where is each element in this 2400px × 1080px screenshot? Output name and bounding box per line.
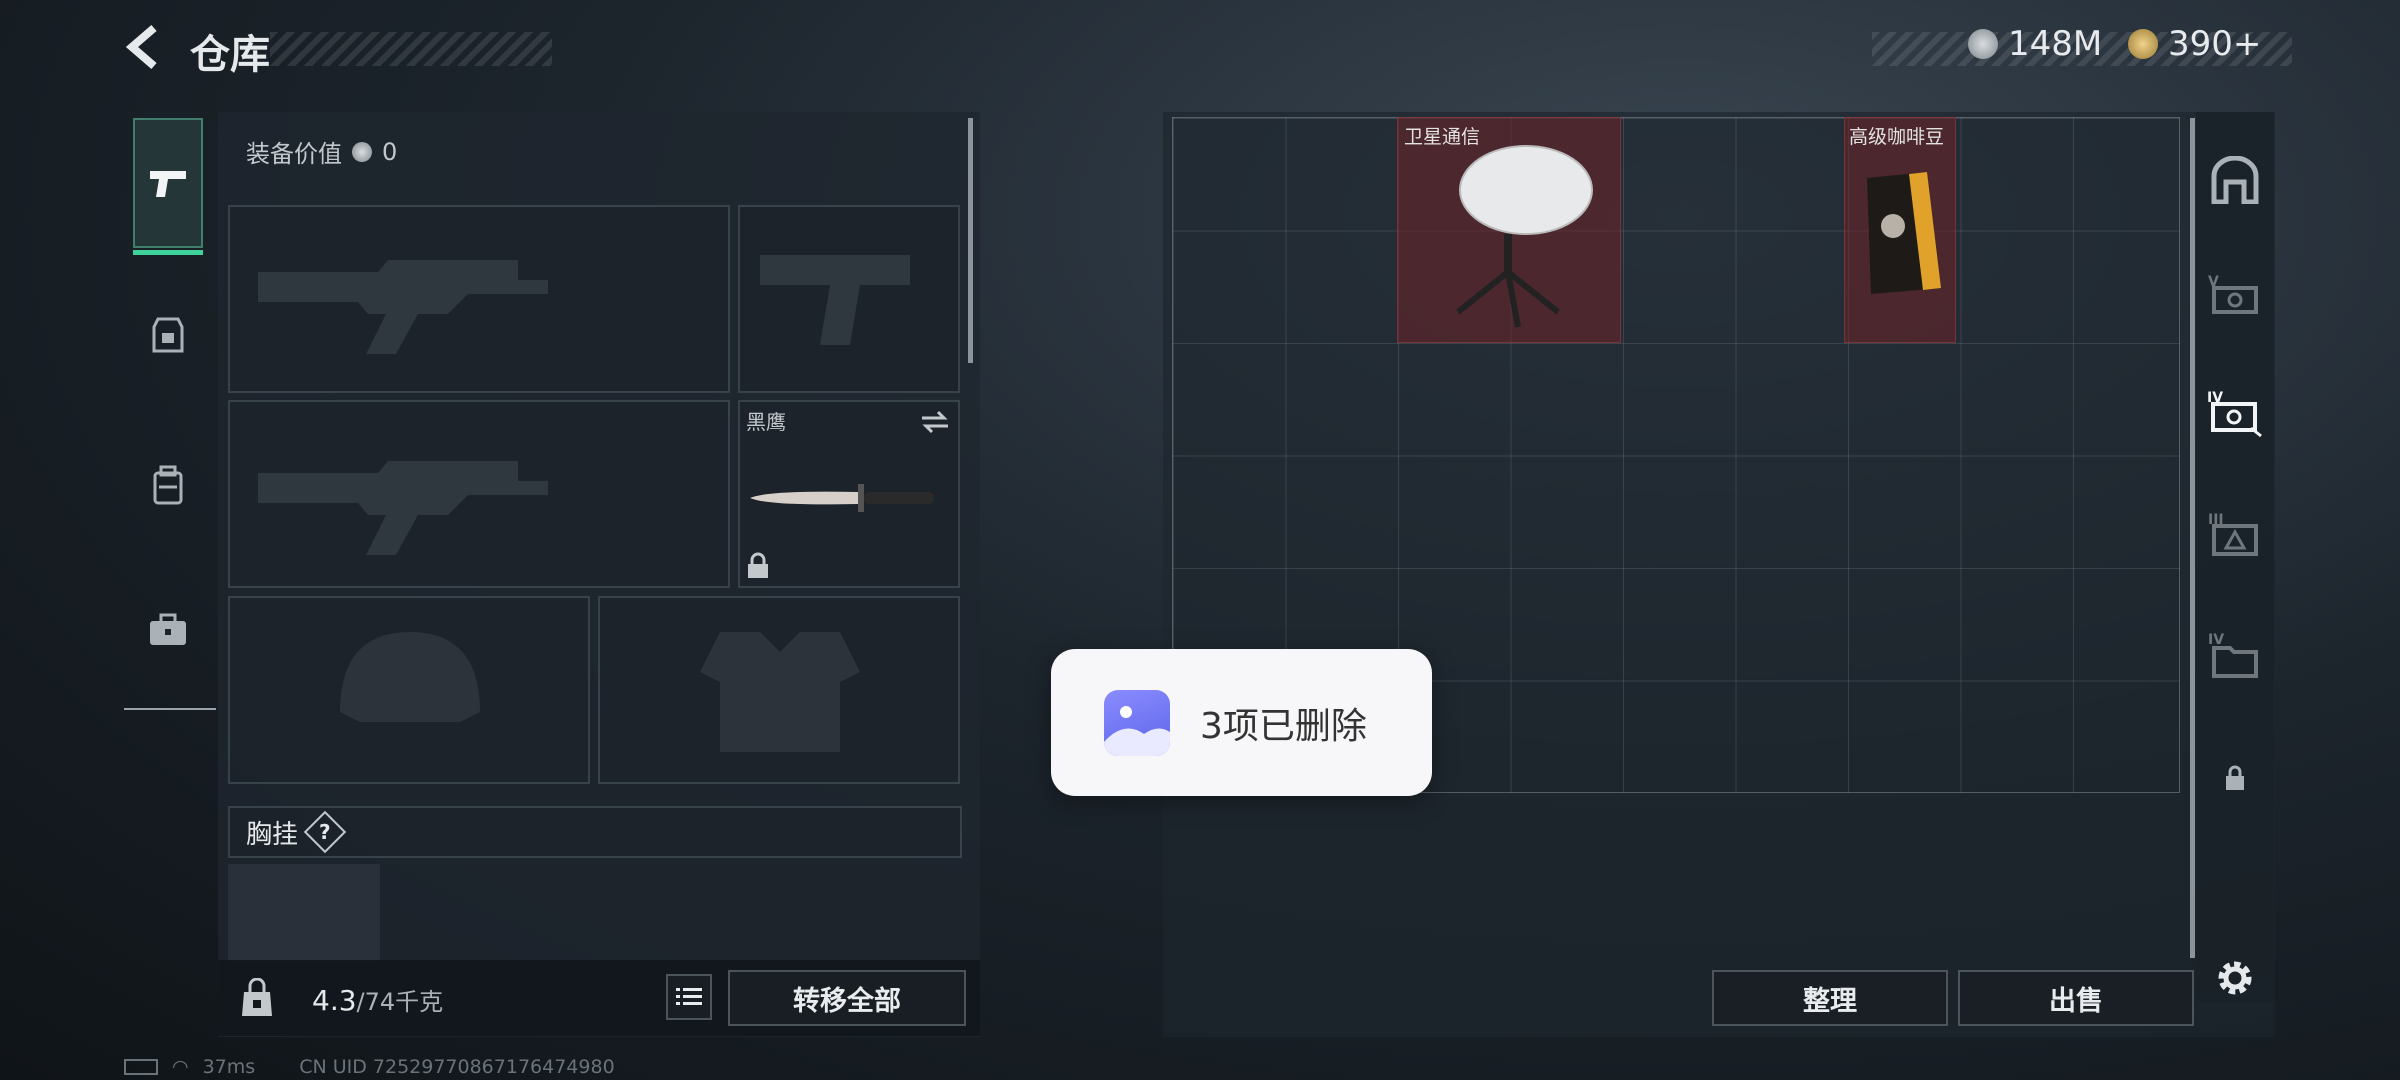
sell-button[interactable]: 出售 xyxy=(1958,970,2194,1026)
weight-max: /74千克 xyxy=(356,988,444,1016)
gold-currency-amount: 390+ xyxy=(2168,24,2262,64)
silver-currency-amount: 148M xyxy=(2008,24,2103,64)
pistol-icon xyxy=(150,171,186,197)
tab-toolbox[interactable] xyxy=(133,565,203,695)
primary-weapon-slot-2[interactable] xyxy=(228,400,730,588)
equipment-value-amount: 0 xyxy=(382,137,398,166)
storage-level-iv-icon: IV xyxy=(2207,390,2262,438)
helmet-silhouette-icon xyxy=(340,632,480,722)
weight-icon xyxy=(242,978,272,1016)
storage-tab-locked[interactable] xyxy=(2205,748,2265,808)
ping-value: 37ms xyxy=(202,1056,256,1078)
helmet-slot[interactable] xyxy=(228,596,590,784)
primary-weapon-slot[interactable] xyxy=(228,205,730,393)
left-tab-divider-bottom xyxy=(124,708,216,710)
chest-rig-header[interactable]: 胸挂 ? xyxy=(228,806,962,858)
satellite-dish-icon xyxy=(1456,145,1593,328)
chest-rig-help-text: ? xyxy=(319,819,331,844)
storage-tab-4[interactable]: III xyxy=(2205,505,2265,565)
battery-icon xyxy=(124,1059,158,1075)
storage-level-iv-folder-icon: IV xyxy=(2208,632,2258,678)
storage-item[interactable]: 卫星通信 xyxy=(1397,117,1621,343)
sort-button[interactable]: 整理 xyxy=(1712,970,1948,1026)
silver-coin-icon xyxy=(1968,29,1998,59)
gallery-icon xyxy=(1104,689,1170,756)
armor-icon xyxy=(152,317,184,353)
tab-backpack[interactable] xyxy=(133,420,203,550)
safe-box-icon xyxy=(2211,156,2259,204)
chest-rig-label: 胸挂 xyxy=(246,819,299,850)
rifle-silhouette-icon xyxy=(258,260,548,354)
equipment-value-label: 装备价值 xyxy=(246,140,342,168)
lock-icon xyxy=(748,552,768,578)
backpack-icon xyxy=(153,465,183,505)
pistol-silhouette-icon xyxy=(760,255,910,345)
storage-level-iii-icon: III xyxy=(2208,512,2258,556)
vest-silhouette-icon xyxy=(700,632,860,752)
toolbox-icon xyxy=(150,613,186,645)
storage-tab-2[interactable]: V xyxy=(2205,265,2265,325)
toast-notification: 3项已删除 xyxy=(1051,649,1432,796)
weight-current: 4.3 xyxy=(312,984,357,1017)
header-hatch-left xyxy=(270,32,552,66)
gold-currency[interactable]: 390+ xyxy=(2128,24,2261,64)
transfer-all-button[interactable]: 转移全部 xyxy=(728,970,966,1026)
knife-icon xyxy=(750,484,934,512)
melee-slot[interactable]: 黑鹰 xyxy=(738,400,960,588)
tab-weapons-active-bar xyxy=(133,250,203,255)
rifle-silhouette-icon xyxy=(258,461,548,555)
page-title: 仓库 xyxy=(190,32,270,78)
silver-currency: 148M xyxy=(1968,24,2102,64)
body-armor-slot[interactable] xyxy=(598,596,960,784)
settings-button[interactable] xyxy=(2205,948,2265,1008)
weight-display: 4.3/74千克 xyxy=(312,982,443,1017)
list-icon xyxy=(676,988,702,1005)
svg-text:IV: IV xyxy=(2208,632,2224,648)
silver-coin-icon xyxy=(352,141,372,162)
swap-icon[interactable] xyxy=(920,410,950,434)
wifi-icon: ◠ xyxy=(172,1056,189,1078)
secondary-weapon-slot[interactable] xyxy=(738,205,960,393)
tab-weapons[interactable] xyxy=(133,118,203,248)
storage-item-name: 高级咖啡豆 xyxy=(1849,126,1945,148)
chest-rig-slot[interactable] xyxy=(228,864,380,964)
lock-icon xyxy=(2226,765,2244,790)
equipment-value: 装备价值 0 xyxy=(246,134,397,169)
toast-message: 3项已删除 xyxy=(1200,705,1367,747)
coffee-bag-icon xyxy=(1867,172,1941,294)
storage-tab-5[interactable]: IV xyxy=(2205,625,2265,685)
equipment-scrollbar[interactable] xyxy=(968,118,973,363)
back-button[interactable] xyxy=(120,22,170,72)
status-bar: ◠ 37ms CN UID 7252977086717647498​0 xyxy=(124,1056,615,1078)
storage-item[interactable]: 高级咖啡豆 xyxy=(1844,117,1956,343)
back-arrow-icon xyxy=(125,24,157,70)
chest-rig-help-button[interactable]: ? xyxy=(303,810,347,854)
storage-tab-3-active[interactable]: IV xyxy=(2205,383,2265,443)
storage-scrollbar[interactable] xyxy=(2190,118,2195,958)
gold-coin-icon xyxy=(2128,29,2158,59)
uid-value: CN UID 7252977086717647498​0 xyxy=(299,1056,615,1078)
list-view-button[interactable] xyxy=(666,974,712,1020)
melee-slot-label: 黑鹰 xyxy=(746,410,786,434)
storage-tab-1[interactable] xyxy=(2205,150,2265,210)
gear-icon xyxy=(2218,961,2252,995)
tab-armor[interactable] xyxy=(133,270,203,400)
storage-level-v-icon: V xyxy=(2208,274,2258,314)
